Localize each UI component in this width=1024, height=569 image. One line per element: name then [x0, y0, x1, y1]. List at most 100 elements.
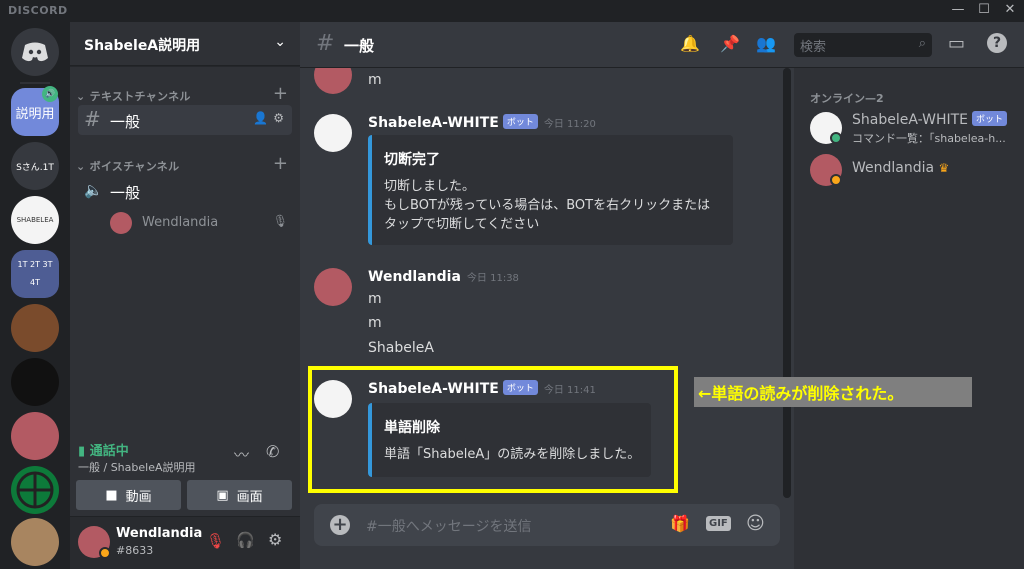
scrollbar[interactable]: [783, 68, 791, 498]
voice-channel-general[interactable]: 🔈 一般: [78, 176, 292, 206]
pin-icon[interactable]: 📌: [720, 34, 740, 53]
guild-avatar-4[interactable]: [11, 466, 59, 514]
video-button[interactable]: ■ 動画: [76, 480, 181, 510]
voice-member-name: Wendlandia: [142, 215, 219, 230]
guild-avatar-3[interactable]: [11, 412, 59, 460]
inbox-icon[interactable]: ▭: [948, 33, 965, 54]
category-label: テキストチャンネル: [89, 90, 191, 103]
voice-status-subtitle: 一般 / ShabeleA説明用: [78, 461, 196, 474]
member-activity: コマンド一覧：「shabelea-h...: [852, 132, 1006, 145]
guild-separator: [20, 82, 50, 84]
idle-status-icon: [99, 547, 111, 559]
message-header: Wendlandia 今日 11:38: [368, 269, 519, 285]
message-text: ShabeleA: [368, 340, 434, 356]
invite-icon[interactable]: 👤: [253, 111, 268, 125]
hashtag-icon: #: [84, 107, 101, 131]
disconnect-icon[interactable]: ✆: [266, 442, 279, 461]
muted-mic-icon: 🎙: [272, 214, 288, 228]
guild-folder[interactable]: 1T 2T 3T 4T: [11, 250, 59, 298]
add-voice-channel-icon[interactable]: +: [273, 155, 288, 173]
message-author[interactable]: Wendlandia: [368, 269, 461, 285]
embed: 切断完了 切断しました。 もしBOTが残っている場合は、BOTを右クリックまたは…: [368, 135, 733, 245]
voice-status-title: 通話中: [89, 444, 129, 459]
member-name: ShabeleA-WHITE: [852, 112, 968, 128]
crown-icon: ♛: [938, 161, 950, 175]
server-list: 説明用 🔊 Sさん.1T SHABELEA 1T 2T 3T 4T: [0, 22, 70, 569]
server-header[interactable]: ShabeleA説明用 ⌄: [70, 22, 300, 66]
minimize-button[interactable]: —: [946, 2, 970, 20]
guild-label: SHABELEA: [16, 216, 54, 224]
guild-avatar-5[interactable]: [11, 518, 59, 566]
bot-badge: ボット: [972, 111, 1008, 126]
member-name-row: Wendlandia ♛: [852, 160, 949, 176]
screen-icon: ▣: [216, 487, 229, 503]
guild-label: Sさん.1T: [16, 162, 54, 173]
highlight-box: [308, 366, 678, 493]
online-status-icon: [830, 132, 842, 144]
emoji-icon[interactable]: ☺: [746, 513, 765, 534]
screen-label: 画面: [236, 489, 263, 505]
category-text[interactable]: ⌄ テキストチャンネル: [76, 88, 191, 104]
category-voice[interactable]: ⌄ ボイスチャンネル: [76, 158, 179, 174]
add-text-channel-icon[interactable]: +: [273, 85, 288, 103]
add-attachment-icon[interactable]: +: [330, 515, 350, 535]
embed-title: 切断完了: [384, 152, 440, 168]
member-group-header: オンライン—2: [810, 92, 884, 105]
message-author[interactable]: ShabeleA-WHITE: [368, 115, 499, 131]
maximize-button[interactable]: ☐: [972, 2, 996, 20]
headphones-icon[interactable]: 🎧: [236, 531, 255, 549]
search-icon: ⌕: [918, 36, 926, 51]
mute-mic-icon[interactable]: 🎙: [206, 532, 225, 550]
hashtag-icon: #: [316, 31, 335, 56]
embed-line: もしBOTが残っている場合は、BOTを右クリックまたは: [384, 198, 711, 213]
chevron-down-icon: ⌄: [274, 34, 286, 50]
message-input[interactable]: + #一般へメッセージを送信 🎁 GIF ☺: [314, 504, 780, 546]
video-label: 動画: [125, 489, 152, 505]
member-name: Wendlandia: [852, 160, 935, 176]
gift-icon[interactable]: 🎁: [670, 514, 690, 533]
gif-button[interactable]: GIF: [706, 516, 731, 531]
guild-label: 1T 2T 3T 4T: [17, 260, 53, 287]
channel-label: 一般: [110, 113, 141, 131]
timestamp: 今日 11:38: [466, 273, 519, 284]
gear-icon[interactable]: ⚙: [268, 530, 282, 549]
help-icon[interactable]: ?: [987, 33, 1007, 53]
annotation-label: ←単語の読みが削除された。: [694, 377, 972, 407]
discord-brand: DISCORD: [8, 4, 68, 17]
message-text: m: [368, 315, 382, 331]
search-input[interactable]: 検索 ⌕: [794, 33, 932, 57]
member-item[interactable]: ShabeleA-WHITE ボット コマンド一覧：「shabelea-h...: [802, 108, 1016, 150]
screen-share-button[interactable]: ▣ 画面: [187, 480, 292, 510]
embed-line: タップで切断してください: [384, 217, 540, 232]
guild-shabelea[interactable]: SHABELEA: [11, 196, 59, 244]
home-button[interactable]: [11, 28, 59, 76]
speaker-icon: 🔈: [84, 181, 103, 199]
member-list-icon[interactable]: 👥: [756, 34, 776, 53]
camera-icon: ■: [105, 487, 118, 503]
voice-member[interactable]: Wendlandia 🎙: [110, 210, 290, 236]
guild-s-san[interactable]: Sさん.1T: [11, 142, 59, 190]
guild-label: 説明用: [15, 106, 55, 122]
search-placeholder: 検索: [800, 40, 827, 55]
username: Wendlandia: [116, 526, 203, 541]
cross-emblem-icon: [16, 471, 54, 509]
noise-suppression-icon[interactable]: 〰: [234, 444, 249, 465]
category-label: ボイスチャンネル: [89, 160, 180, 173]
discord-logo-icon: [22, 42, 48, 62]
scrollbar-thumb[interactable]: [783, 68, 791, 498]
avatar[interactable]: [314, 268, 352, 306]
channel-sidebar: ShabeleA説明用 ⌄ ⌄ テキストチャンネル + # 一般 👤 ⚙ ⌄ ボ…: [70, 22, 300, 569]
channel-header: # 一般 🔔 📌 👥 検索 ⌕ ▭ ?: [300, 22, 1024, 68]
guild-avatar-1[interactable]: [11, 304, 59, 352]
close-button[interactable]: ✕: [998, 2, 1022, 20]
guild-avatar-2[interactable]: [11, 358, 59, 406]
gear-icon[interactable]: ⚙: [273, 111, 284, 125]
server-name: ShabeleA説明用: [84, 38, 201, 54]
signal-icon: ▮: [78, 444, 86, 459]
voice-status: ▮ 通話中: [78, 440, 129, 459]
timestamp: 今日 11:20: [543, 119, 596, 130]
channel-general[interactable]: # 一般 👤 ⚙: [78, 105, 292, 135]
avatar[interactable]: [314, 114, 352, 152]
member-item[interactable]: Wendlandia ♛: [802, 152, 1016, 188]
bell-icon[interactable]: 🔔: [680, 34, 700, 53]
